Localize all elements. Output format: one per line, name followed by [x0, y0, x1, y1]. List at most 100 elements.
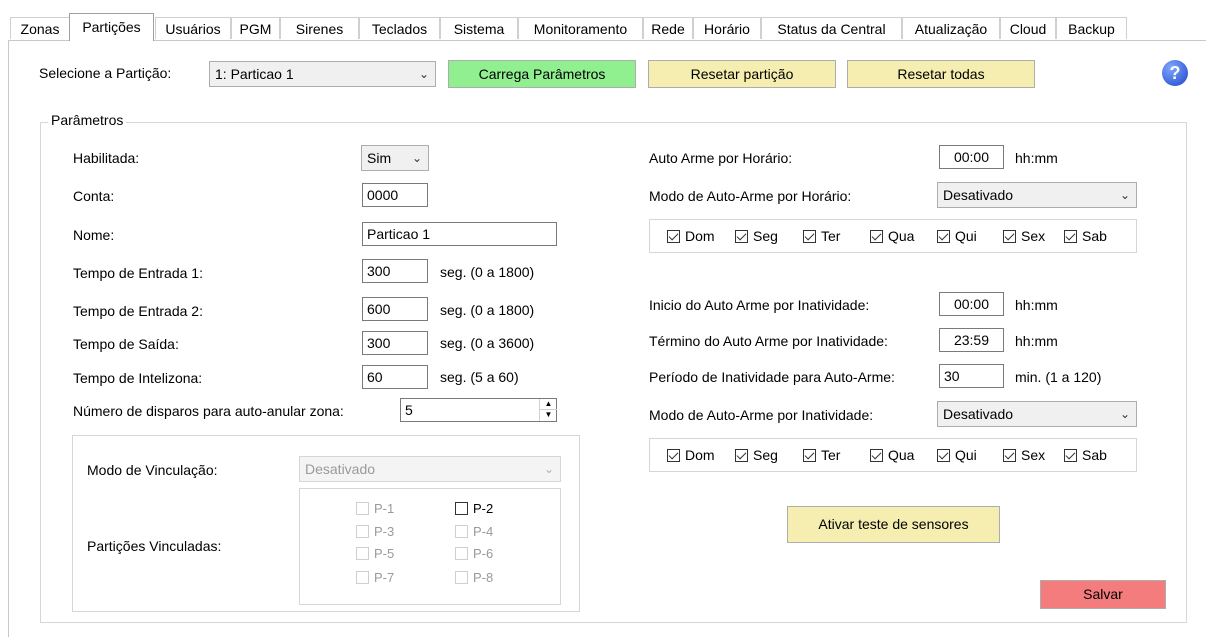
entry-time-2-field[interactable]: 600 — [362, 297, 428, 321]
reset-all-button[interactable]: Resetar todas — [847, 60, 1035, 88]
tab-rede[interactable]: Rede — [643, 17, 693, 39]
tab-teclados[interactable]: Teclados — [359, 17, 440, 39]
tab-usuarios[interactable]: Usuários — [155, 17, 231, 39]
inactivity-end-unit: hh:mm — [1015, 333, 1058, 349]
intelizona-time-field[interactable]: 60 — [362, 365, 428, 389]
schedule-auto-arm-mode-value: Desativado — [943, 187, 1014, 203]
inactivity-day-qua[interactable]: Qua — [870, 447, 914, 463]
partition-select[interactable]: 1: Particao 1 ⌄ — [209, 61, 436, 87]
help-icon[interactable]: ? — [1162, 60, 1188, 86]
reset-partition-button[interactable]: Resetar partição — [648, 60, 836, 88]
linked-partition-p6-label: P-6 — [473, 546, 494, 561]
schedule-auto-arm-mode-select[interactable]: Desativado ⌄ — [937, 182, 1137, 208]
parameters-group-title: Parâmetros — [48, 112, 127, 128]
inactivity-day-dom-label: Dom — [685, 447, 715, 463]
schedule-auto-arm-time-field[interactable]: 00:00 — [939, 145, 1004, 169]
inactivity-day-sex[interactable]: Sex — [1003, 447, 1045, 463]
load-parameters-button[interactable]: Carrega Parâmetros — [448, 60, 636, 88]
linked-partition-p8[interactable]: P-8 — [455, 570, 493, 585]
checkbox-checked-icon — [735, 230, 748, 243]
inactivity-day-ter[interactable]: Ter — [803, 447, 840, 463]
linked-partitions-label: Partições Vinculadas: — [87, 538, 222, 554]
checkbox-icon — [356, 547, 369, 560]
stepper-down-icon[interactable]: ▼ — [540, 410, 557, 420]
exit-time-label: Tempo de Saída: — [73, 336, 179, 352]
schedule-day-qua[interactable]: Qua — [870, 228, 914, 244]
linked-partition-p4[interactable]: P-4 — [455, 524, 493, 539]
tab-atualizacao[interactable]: Atualização — [902, 17, 1000, 39]
linked-partition-p7[interactable]: P-7 — [356, 570, 394, 585]
checkbox-icon — [455, 502, 468, 515]
chevron-down-icon: ⌄ — [1119, 188, 1130, 202]
auto-bypass-triggers-stepper[interactable]: 5 — [400, 398, 557, 422]
checkbox-checked-icon — [1064, 449, 1077, 462]
tab-status-da-central[interactable]: Status da Central — [761, 17, 902, 39]
link-mode-select-value: Desativado — [305, 461, 376, 477]
select-partition-label: Selecione a Partição: — [39, 65, 172, 81]
checkbox-checked-icon — [667, 449, 680, 462]
tab-cloud[interactable]: Cloud — [1000, 17, 1056, 39]
chevron-down-icon: ⌄ — [411, 151, 422, 165]
schedule-auto-arm-label: Auto Arme por Horário: — [649, 150, 793, 166]
checkbox-checked-icon — [667, 230, 680, 243]
linked-partition-p3-label: P-3 — [374, 524, 395, 539]
intelizona-time-unit: seg. (5 a 60) — [440, 369, 519, 385]
enabled-select[interactable]: Sim ⌄ — [361, 145, 429, 171]
name-field[interactable]: Particao 1 — [362, 222, 557, 246]
schedule-day-seg-label: Seg — [753, 228, 778, 244]
inactivity-day-sab[interactable]: Sab — [1064, 447, 1107, 463]
inactivity-start-label: Inicio do Auto Arme por Inatividade: — [649, 297, 870, 313]
stepper-buttons[interactable]: ▲ ▼ — [539, 399, 557, 421]
tab-particoes[interactable]: Partições — [69, 13, 154, 41]
tab-zonas[interactable]: Zonas — [10, 17, 70, 39]
tab-monitoramento[interactable]: Monitoramento — [518, 17, 643, 39]
linked-partition-p8-label: P-8 — [473, 570, 494, 585]
schedule-day-sex[interactable]: Sex — [1003, 228, 1045, 244]
stepper-up-icon[interactable]: ▲ — [540, 399, 557, 410]
tab-sistema[interactable]: Sistema — [440, 17, 518, 39]
link-mode-label: Modo de Vinculação: — [87, 462, 218, 478]
linked-partition-p1[interactable]: P-1 — [356, 501, 394, 516]
tab-sirenes[interactable]: Sirenes — [280, 17, 359, 39]
inactivity-day-dom[interactable]: Dom — [667, 447, 715, 463]
tab-pgm[interactable]: PGM — [231, 17, 280, 39]
linked-partition-p6[interactable]: P-6 — [455, 546, 493, 561]
tab-horario[interactable]: Horário — [693, 17, 761, 39]
tab-backup[interactable]: Backup — [1056, 17, 1127, 39]
link-mode-select[interactable]: Desativado ⌄ — [299, 456, 561, 482]
schedule-auto-arm-mode-label: Modo de Auto-Arme por Horário: — [649, 188, 852, 204]
inactivity-day-qui[interactable]: Qui — [937, 447, 977, 463]
schedule-day-sab-label: Sab — [1082, 228, 1107, 244]
account-field[interactable]: 0000 — [362, 183, 428, 207]
checkbox-checked-icon — [870, 230, 883, 243]
checkbox-icon — [356, 571, 369, 584]
linked-partition-p2[interactable]: P-2 — [455, 501, 493, 516]
schedule-day-sab[interactable]: Sab — [1064, 228, 1107, 244]
inactivity-period-field[interactable]: 30 — [939, 364, 1004, 388]
linked-partition-p3[interactable]: P-3 — [356, 524, 394, 539]
inactivity-mode-select[interactable]: Desativado ⌄ — [937, 401, 1137, 427]
chevron-down-icon: ⌄ — [418, 67, 429, 81]
checkbox-checked-icon — [1064, 230, 1077, 243]
sensor-test-button[interactable]: Ativar teste de sensores — [787, 506, 1000, 543]
schedule-day-qui[interactable]: Qui — [937, 228, 977, 244]
exit-time-field[interactable]: 300 — [362, 331, 428, 355]
checkbox-checked-icon — [937, 449, 950, 462]
schedule-day-dom[interactable]: Dom — [667, 228, 715, 244]
linked-partition-p4-label: P-4 — [473, 524, 494, 539]
intelizona-time-label: Tempo de Intelizona: — [73, 370, 203, 386]
schedule-day-seg[interactable]: Seg — [735, 228, 778, 244]
save-button[interactable]: Salvar — [1040, 580, 1166, 609]
inactivity-start-field[interactable]: 00:00 — [939, 292, 1004, 316]
entry-time-2-label: Tempo de Entrada 2: — [73, 303, 203, 319]
schedule-day-ter[interactable]: Ter — [803, 228, 840, 244]
inactivity-mode-value: Desativado — [943, 406, 1014, 422]
inactivity-day-seg[interactable]: Seg — [735, 447, 778, 463]
inactivity-end-field[interactable]: 23:59 — [939, 328, 1004, 352]
linked-partition-p5[interactable]: P-5 — [356, 546, 394, 561]
linked-partition-p2-label: P-2 — [473, 501, 494, 516]
inactivity-day-ter-label: Ter — [821, 447, 841, 463]
inactivity-start-unit: hh:mm — [1015, 297, 1058, 313]
checkbox-icon — [455, 525, 468, 538]
entry-time-1-field[interactable]: 300 — [362, 259, 428, 283]
